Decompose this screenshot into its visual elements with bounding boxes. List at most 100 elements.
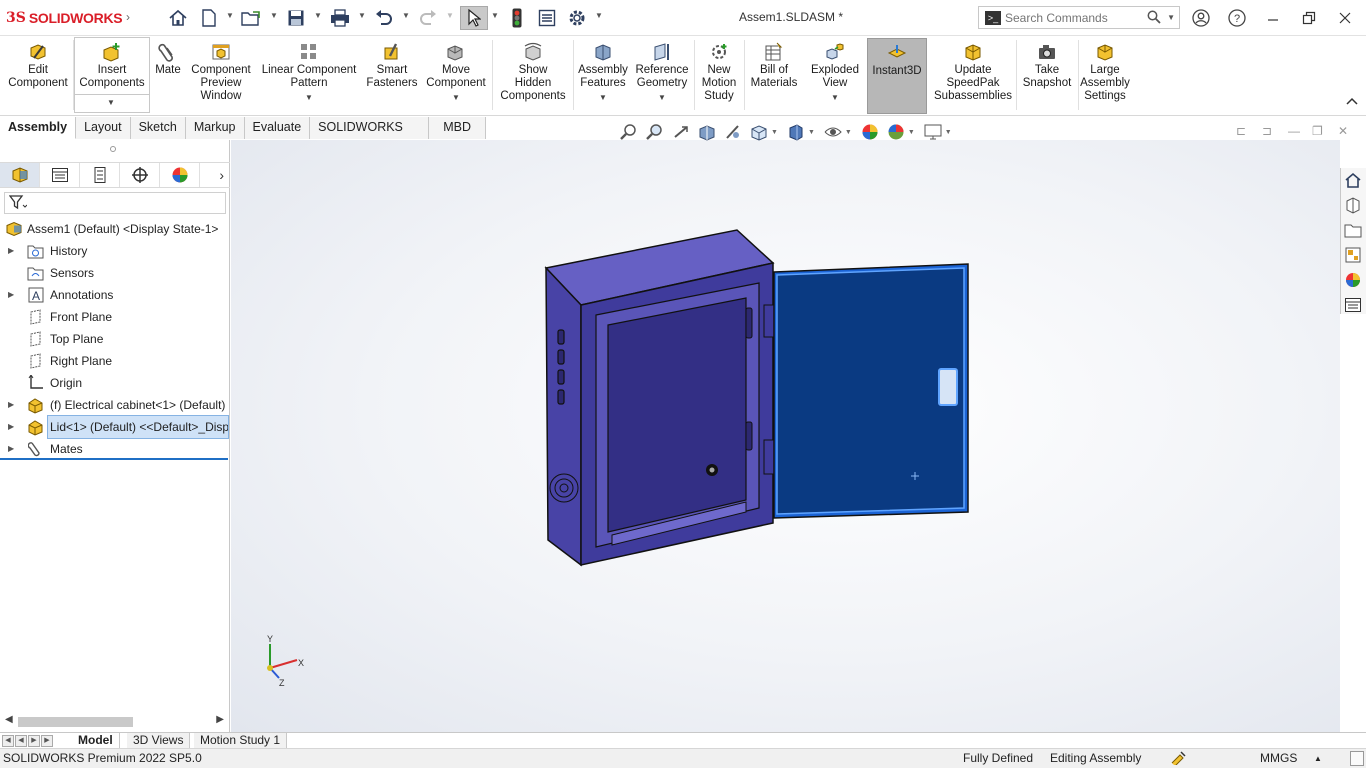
custom-properties-icon[interactable]	[1341, 293, 1365, 317]
assembly-features-dropdown-icon[interactable]: ▼	[599, 91, 607, 104]
featuremanager-tree-icon[interactable]	[0, 163, 40, 187]
electrical-cabinet-model[interactable]	[544, 229, 775, 567]
view-palette-icon[interactable]	[1341, 243, 1365, 267]
configurationmanager-icon[interactable]	[80, 163, 120, 187]
filter-funnel-icon[interactable]	[8, 194, 28, 213]
file-properties-icon[interactable]	[536, 6, 558, 30]
move-component-button[interactable]: Move Component ▼	[424, 38, 488, 114]
section-view-icon[interactable]	[696, 123, 718, 141]
dynamic-annotation-icon[interactable]	[722, 123, 744, 141]
panel-split-handle[interactable]	[110, 146, 116, 152]
tab-3d-views[interactable]: 3D Views	[127, 733, 191, 749]
status-units[interactable]: MMGS	[1260, 749, 1297, 768]
tree-rollback-bar[interactable]	[0, 458, 228, 460]
view-settings-icon[interactable]	[922, 123, 944, 141]
rebuild-traffic-light-icon[interactable]	[508, 6, 526, 30]
propertymanager-icon[interactable]	[40, 163, 80, 187]
new-document-icon[interactable]	[198, 6, 220, 30]
scroll-left-arrow-icon[interactable]: ◀	[5, 714, 13, 725]
tree-root-assembly[interactable]: Assem1 (Default) <Display State-1>	[0, 218, 230, 240]
rebuild-status-icon[interactable]	[1170, 751, 1186, 768]
tree-item-annotations[interactable]: ▶ A Annotations	[0, 284, 230, 306]
more-tabs-chevron-icon[interactable]: ›	[219, 167, 224, 183]
zoom-to-area-icon[interactable]	[644, 123, 666, 141]
viewport-restore-icon[interactable]: ❐	[1312, 124, 1323, 138]
appearances-scenes-icon[interactable]	[1341, 268, 1365, 292]
hide-show-dropdown-icon[interactable]: ▼	[845, 129, 852, 136]
display-style-dropdown-icon[interactable]: ▼	[808, 129, 815, 136]
tree-filter-box[interactable]	[4, 192, 226, 214]
expand-arrow-icon[interactable]: ▶	[8, 438, 14, 460]
tree-item-lid[interactable]: ▶ Lid<1> (Default) <<Default>_Disp	[0, 415, 230, 439]
displaymanager-icon[interactable]	[160, 163, 200, 187]
insert-components-dropdown-icon[interactable]: ▼	[107, 98, 115, 107]
pattern-dropdown-icon[interactable]: ▼	[305, 91, 313, 104]
units-dropdown-icon[interactable]: ▲	[1314, 749, 1322, 768]
search-commands-input[interactable]	[1005, 10, 1145, 25]
search-icon[interactable]	[1147, 10, 1161, 27]
options-dropdown-icon[interactable]: ▼	[595, 11, 603, 20]
show-hidden-components-button[interactable]: Show Hidden Components	[496, 38, 570, 114]
undo-dropdown-icon[interactable]: ▼	[402, 11, 410, 20]
smart-fasteners-button[interactable]: Smart Fasteners	[364, 38, 420, 114]
assembly-model-view[interactable]	[231, 140, 1340, 732]
dimxpertmanager-icon[interactable]	[120, 163, 160, 187]
viewport-close-icon[interactable]: ✕	[1338, 124, 1348, 138]
select-dropdown-icon[interactable]: ▼	[491, 11, 499, 20]
expand-arrow-icon[interactable]: ▶	[8, 416, 14, 438]
mate-button[interactable]: Mate	[152, 38, 184, 114]
tab-evaluate[interactable]: Evaluate	[244, 117, 311, 139]
tab-solidworks-add-ins[interactable]: SOLIDWORKS Add-Ins	[310, 117, 430, 155]
home-icon[interactable]	[166, 6, 190, 30]
view-orientation-icon[interactable]	[748, 123, 770, 141]
user-account-icon[interactable]	[1190, 8, 1212, 28]
restore-window-icon[interactable]	[1298, 8, 1320, 28]
tab-model[interactable]: Model	[72, 733, 120, 749]
lid-model-selected[interactable]	[773, 263, 969, 519]
redo-dropdown-icon[interactable]: ▼	[446, 11, 454, 20]
assembly-features-button[interactable]: Assembly Features ▼	[576, 38, 630, 114]
save-icon[interactable]	[284, 6, 308, 30]
status-bar-toggle-icon[interactable]	[1350, 751, 1364, 766]
select-pointer-icon[interactable]	[460, 6, 488, 30]
tree-item-electrical-cabinet[interactable]: ▶ (f) Electrical cabinet<1> (Default)	[0, 394, 230, 416]
display-style-icon[interactable]	[785, 123, 807, 141]
hide-show-items-icon[interactable]	[822, 123, 844, 141]
tree-item-right-plane[interactable]: Right Plane	[0, 350, 230, 372]
tree-item-origin[interactable]: Origin	[0, 372, 230, 394]
view-settings-dropdown-icon[interactable]: ▼	[945, 129, 952, 136]
collapse-ribbon-chevron-icon[interactable]	[1346, 96, 1358, 108]
minimize-window-icon[interactable]	[1262, 8, 1284, 28]
exploded-view-dropdown-icon[interactable]: ▼	[831, 91, 839, 104]
search-commands-box[interactable]: >_ ▼	[978, 6, 1180, 29]
tree-item-top-plane[interactable]: Top Plane	[0, 328, 230, 350]
reference-geometry-dropdown-icon[interactable]: ▼	[658, 91, 666, 104]
scroll-thumb[interactable]	[18, 717, 133, 727]
tree-item-history[interactable]: ▶ History	[0, 240, 230, 262]
tree-item-front-plane[interactable]: Front Plane	[0, 306, 230, 328]
zoom-to-fit-icon[interactable]	[618, 123, 640, 141]
tab-mbd[interactable]: MBD	[429, 117, 486, 139]
previous-view-icon[interactable]	[670, 123, 692, 141]
bill-of-materials-button[interactable]: Bill of Materials	[746, 38, 802, 114]
design-library-icon[interactable]	[1341, 193, 1365, 217]
save-dropdown-icon[interactable]: ▼	[314, 11, 322, 20]
search-dropdown-icon[interactable]: ▼	[1167, 13, 1175, 22]
large-assembly-settings-button[interactable]: Large Assembly Settings	[1078, 38, 1132, 114]
help-icon[interactable]: ?	[1226, 8, 1248, 28]
tab-assembly[interactable]: Assembly	[0, 117, 77, 139]
tab-motion-study-1[interactable]: Motion Study 1	[194, 733, 288, 749]
viewport-minimize-icon[interactable]: —	[1288, 124, 1300, 138]
update-speedpak-subassemblies-button[interactable]: Update SpeedPak Subassemblies	[932, 38, 1014, 114]
new-dropdown-icon[interactable]: ▼	[226, 11, 234, 20]
open-file-icon[interactable]	[240, 6, 264, 30]
tab-layout[interactable]: Layout	[76, 117, 131, 139]
graphics-area[interactable]: Y X Z	[231, 140, 1340, 732]
edit-appearance-icon[interactable]	[859, 123, 881, 141]
component-preview-window-button[interactable]: Component Preview Window	[188, 38, 254, 114]
expand-arrow-icon[interactable]: ▶	[8, 240, 14, 262]
open-dropdown-icon[interactable]: ▼	[270, 11, 278, 20]
prev-tab-arrow-icon[interactable]: ◀	[15, 735, 27, 747]
exploded-view-button[interactable]: Exploded View ▼	[806, 38, 864, 114]
print-dropdown-icon[interactable]: ▼	[358, 11, 366, 20]
